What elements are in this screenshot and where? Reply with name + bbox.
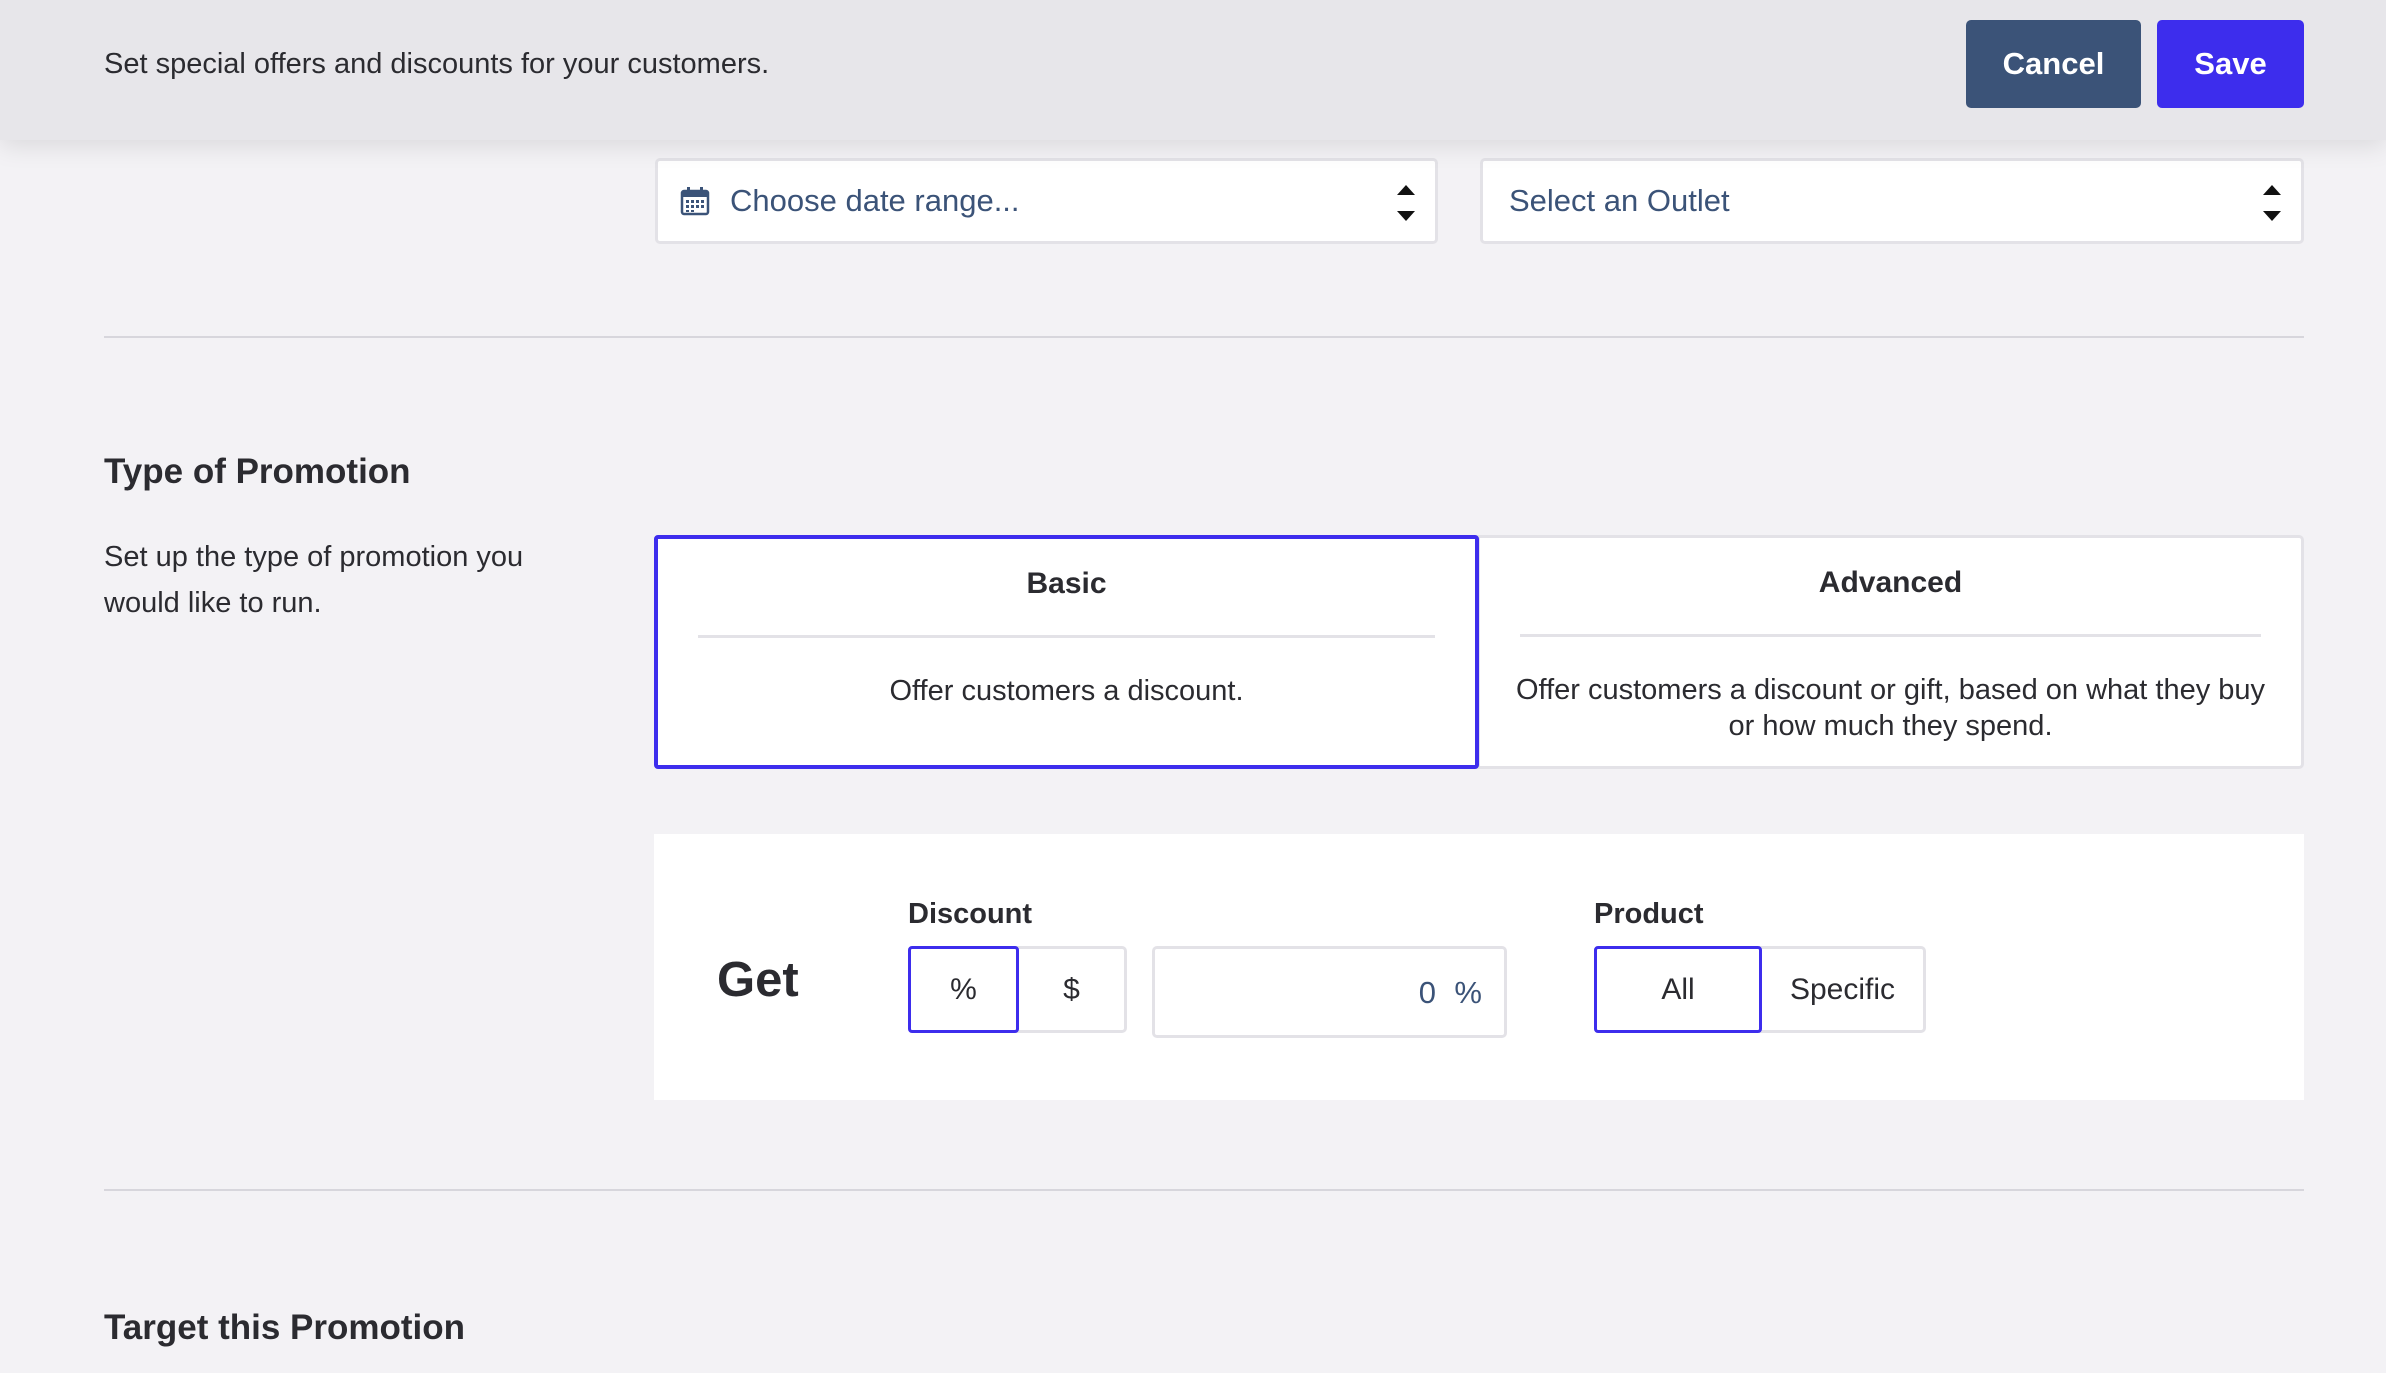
discount-amount-input[interactable]: 0 % xyxy=(1152,946,1507,1038)
outlet-placeholder: Select an Outlet xyxy=(1509,183,1730,218)
product-label: Product xyxy=(1594,898,1704,930)
promotion-type-description: Set up the type of promotion you would l… xyxy=(104,541,524,619)
discount-dollar-toggle[interactable]: $ xyxy=(1016,946,1127,1033)
option-title: Advanced xyxy=(1818,566,1963,599)
option-description: Offer customers a discount or gift, base… xyxy=(1515,674,2266,742)
option-title: Basic xyxy=(1026,567,1107,600)
top-bar: Set special offers and discounts for you… xyxy=(0,0,2386,140)
section-divider xyxy=(104,1189,2304,1191)
discount-unit: % xyxy=(1454,975,1482,1010)
outlet-select[interactable]: Select an Outlet xyxy=(1480,158,2304,244)
save-button[interactable]: Save xyxy=(2157,20,2304,108)
promotion-type-title: Type of Promotion xyxy=(104,452,411,491)
sort-arrows-icon xyxy=(1397,185,1415,221)
date-range-select[interactable]: Choose date range... xyxy=(655,158,1438,244)
product-all-toggle[interactable]: All xyxy=(1594,946,1762,1033)
date-range-placeholder: Choose date range... xyxy=(730,183,1020,218)
calendar-icon xyxy=(680,187,710,216)
option-description: Offer customers a discount. xyxy=(889,675,1244,707)
option-divider xyxy=(698,635,1435,638)
promotion-option-basic[interactable]: Basic Offer customers a discount. xyxy=(654,535,1479,769)
promotion-option-advanced[interactable]: Advanced Offer customers a discount or g… xyxy=(1477,535,2304,769)
product-specific-toggle[interactable]: Specific xyxy=(1759,946,1926,1033)
discount-amount-value: 0 xyxy=(1418,975,1436,1010)
get-label: Get xyxy=(717,953,799,1007)
target-promotion-title: Target this Promotion xyxy=(104,1308,466,1347)
discount-label: Discount xyxy=(908,898,1033,930)
discount-percent-toggle[interactable]: % xyxy=(908,946,1019,1033)
page-subtitle: Set special offers and discounts for you… xyxy=(104,48,770,80)
cancel-button[interactable]: Cancel xyxy=(1966,20,2141,108)
section-divider xyxy=(104,336,2304,338)
sort-arrows-icon xyxy=(2263,185,2281,221)
option-divider xyxy=(1520,634,2261,637)
